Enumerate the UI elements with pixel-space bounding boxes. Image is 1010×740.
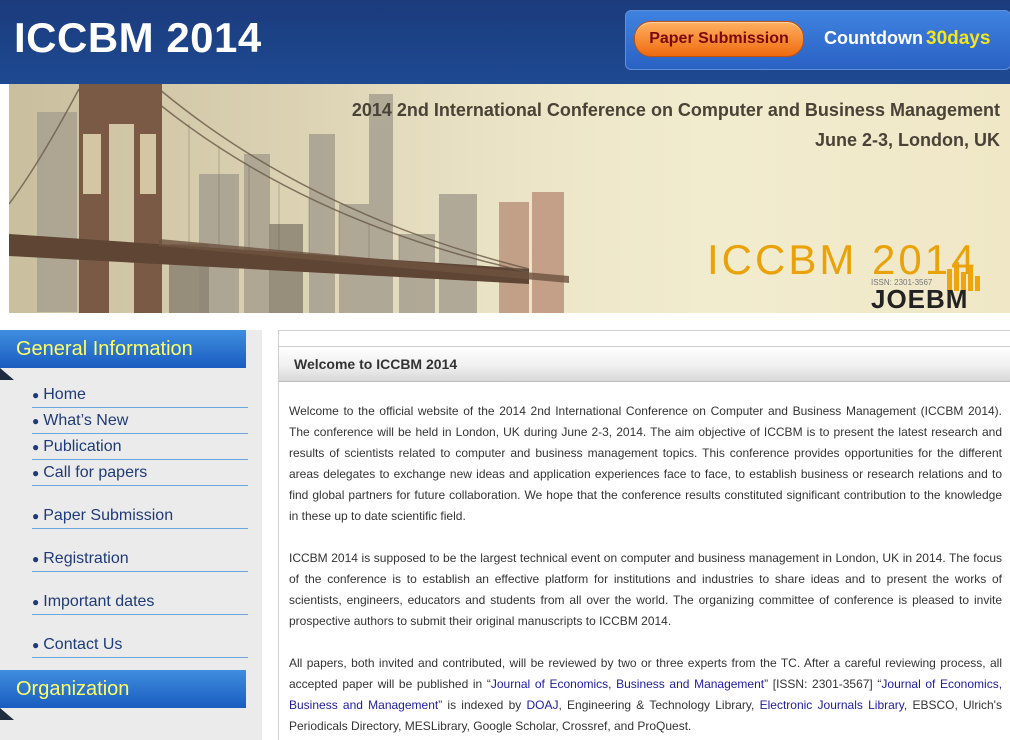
electronic-journals-library-link[interactable]: Electronic Journals Library: [760, 698, 904, 712]
countdown-value: 30days: [926, 28, 991, 49]
doaj-link[interactable]: DOAJ: [526, 698, 558, 712]
paragraph-text: ” [ISSN: 2301-3567] “: [764, 677, 882, 691]
publication-paragraph: All papers, both invited and contributed…: [289, 653, 1002, 737]
countdown-label: Countdown: [824, 28, 923, 48]
sidebar-item-label: Home: [43, 385, 86, 403]
bullet-icon: ●: [32, 551, 40, 566]
bullet-icon: ●: [32, 594, 40, 609]
paragraph-text: , Engineering & Technology Library,: [558, 698, 760, 712]
bullet-icon: ●: [32, 387, 40, 402]
organization-heading[interactable]: Organization: [0, 670, 246, 708]
sidebar-item-contact-us[interactable]: ● Contact Us: [32, 632, 248, 658]
main-content: Welcome to ICCBM 2014 Welcome to the off…: [278, 330, 1010, 740]
sidebar-item-whats-new[interactable]: ● What’s New: [32, 408, 248, 434]
sidebar-item-publication[interactable]: ● Publication: [32, 434, 248, 460]
banner-iccbm-logo: ICCBM 2014: [707, 236, 978, 283]
sidebar-item-paper-submission[interactable]: ● Paper Submission: [32, 503, 248, 529]
sidebar-item-label: Paper Submission: [43, 506, 174, 524]
heading-fold-shape: [0, 368, 14, 380]
bullet-icon: ●: [32, 508, 40, 523]
sidebar-item-label: Registration: [43, 549, 129, 567]
conference-banner: 2014 2nd International Conference on Com…: [9, 84, 1010, 313]
bullet-icon: ●: [32, 637, 40, 652]
banner-conference-name: 2014 2nd International Conference on Com…: [351, 100, 1000, 120]
sidebar-item-label: Important dates: [43, 592, 155, 610]
sidebar-item-registration[interactable]: ● Registration: [32, 546, 248, 572]
bullet-icon: ●: [32, 465, 40, 480]
sidebar-item-important-dates[interactable]: ● Important dates: [32, 589, 248, 615]
content-title-bar: Welcome to ICCBM 2014: [279, 346, 1010, 382]
header-bar: ICCBM 2014 Paper Submission Countdown 30…: [0, 0, 1010, 84]
joebm-logo: JOEBM: [871, 284, 969, 313]
conference-focus-paragraph: ICCBM 2014 is supposed to be the largest…: [289, 551, 1002, 628]
sidebar: General Information ● Home ● What’s New …: [0, 330, 262, 740]
sidebar-item-label: Contact Us: [43, 635, 123, 653]
site-title: ICCBM 2014: [14, 14, 262, 61]
header-action-box: Paper Submission Countdown 30days: [625, 10, 1010, 70]
sidebar-item-home[interactable]: ● Home: [32, 382, 248, 408]
joebm-link[interactable]: Journal of Economics, Business and Manag…: [491, 677, 764, 691]
banner-date-location: June 2-3, London, UK: [814, 130, 1000, 150]
sidebar-item-label: Call for papers: [43, 463, 148, 481]
sidebar-item-label: What’s New: [43, 411, 129, 429]
page-title: Welcome to ICCBM 2014: [294, 356, 458, 372]
sidebar-item-call-for-papers[interactable]: ● Call for papers: [32, 460, 248, 486]
bullet-icon: ●: [32, 439, 40, 454]
general-information-heading[interactable]: General Information: [0, 330, 246, 368]
sidebar-item-label: Publication: [43, 437, 122, 455]
paragraph-text: ” is indexed by: [438, 698, 527, 712]
welcome-paragraph: Welcome to the official website of the 2…: [289, 404, 1002, 523]
bullet-icon: ●: [32, 413, 40, 428]
heading-fold-shape: [0, 708, 14, 720]
paper-submission-button[interactable]: Paper Submission: [634, 21, 804, 57]
